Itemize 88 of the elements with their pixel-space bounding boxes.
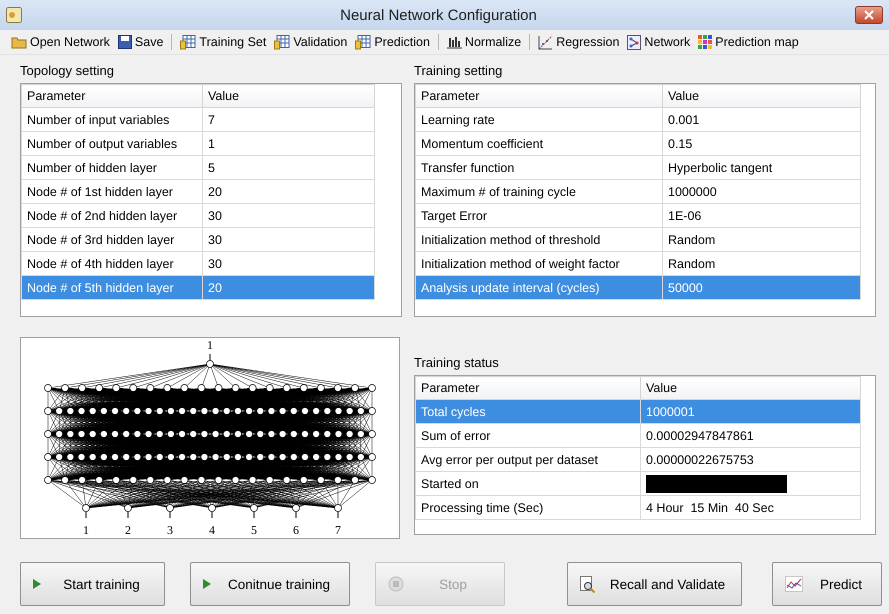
- table-cell: 50000: [662, 276, 860, 300]
- node-label: 3: [167, 523, 173, 537]
- table-cell: 30: [202, 252, 374, 276]
- table-cell: Node # of 1st hidden layer: [22, 180, 202, 204]
- window-title: Neural Network Configuration: [339, 6, 538, 24]
- play-icon: [203, 579, 211, 589]
- table-cell: 5: [202, 156, 374, 180]
- magnifier-icon: [580, 576, 596, 592]
- table-cell: 0.00002947847861: [640, 424, 860, 448]
- table-cell: Avg error per output per dataset: [416, 448, 640, 472]
- table-cell: Momentum coefficient: [416, 132, 662, 156]
- column-header: Value: [202, 84, 374, 108]
- toolbar-button[interactable]: Regression: [535, 34, 622, 50]
- action-button[interactable]: Start training: [20, 562, 165, 606]
- section-title: Topology setting: [20, 63, 115, 78]
- bar-chart-icon: [446, 36, 462, 48]
- table-cell: Maximum # of training cycle: [416, 180, 662, 204]
- table-cell: 20: [202, 180, 374, 204]
- action-button[interactable]: Recall and Validate: [567, 562, 742, 606]
- table-cell: Analysis update interval (cycles): [416, 276, 662, 300]
- table-cell: Processing time (Sec): [416, 496, 640, 520]
- node-label: 4: [209, 523, 215, 537]
- table-cell: 1000000: [662, 180, 860, 204]
- toolbar-button[interactable]: Validation: [271, 34, 350, 50]
- table-cell: Node # of 4th hidden layer: [22, 252, 202, 276]
- table-cell: Total cycles: [416, 400, 640, 424]
- table-cell: 1000001: [640, 400, 860, 424]
- toolbar-button[interactable]: Network: [624, 34, 694, 50]
- node-label: 6: [293, 523, 299, 537]
- table-cell: Started on: [416, 472, 640, 496]
- play-icon: [33, 579, 41, 589]
- column-header: Parameter: [22, 84, 202, 108]
- toolbar-button[interactable]: Normalize: [444, 34, 524, 50]
- toolbar-button[interactable]: Save: [114, 34, 166, 50]
- network-icon: [627, 34, 642, 50]
- node-label: 2: [125, 523, 131, 537]
- table-cell: 30: [202, 228, 374, 252]
- node-label: 7: [335, 523, 341, 537]
- column-header: Value: [640, 376, 860, 400]
- section-title: Training status: [414, 355, 500, 370]
- table-cell: 7: [202, 108, 374, 132]
- stop-icon: [388, 576, 404, 592]
- scatter-plot-icon: [538, 34, 554, 50]
- table-cell: Initialization method of weight factor: [416, 252, 662, 276]
- table-cell: 0.00000022675753: [640, 448, 860, 472]
- table-cell: 4 Hour 15 Min 40 Sec: [640, 496, 860, 520]
- color-grid-icon: [698, 35, 712, 49]
- table-cell: Node # of 2nd hidden layer: [22, 204, 202, 228]
- table-cell: Random: [662, 228, 860, 252]
- close-icon: [864, 10, 874, 20]
- table-cell: Target Error: [416, 204, 662, 228]
- table-cell: 1E-06: [662, 204, 860, 228]
- table-cell: Sum of error: [416, 424, 640, 448]
- close-button[interactable]: [855, 6, 883, 24]
- action-button[interactable]: Predict: [772, 562, 882, 606]
- toolbar-button[interactable]: Open Network: [8, 34, 113, 50]
- column-header: Value: [662, 84, 860, 108]
- node-label: 1: [207, 338, 213, 352]
- table-cell: Transfer function: [416, 156, 662, 180]
- table-cell: Node # of 3rd hidden layer: [22, 228, 202, 252]
- table-cell: Initialization method of threshold: [416, 228, 662, 252]
- table-cell: 0.001: [662, 108, 860, 132]
- spreadsheet-icon: [355, 34, 372, 50]
- section-title: Training setting: [414, 63, 504, 78]
- table-cell: Number of input variables: [22, 108, 202, 132]
- folder-icon: [11, 36, 27, 48]
- toolbar-button[interactable]: Prediction map: [695, 34, 802, 50]
- column-header: Parameter: [416, 376, 640, 400]
- table-cell: 20: [202, 276, 374, 300]
- table-cell: Number of output variables: [22, 132, 202, 156]
- table-cell: Learning rate: [416, 108, 662, 132]
- table-cell: Random: [662, 252, 860, 276]
- node-label: 1: [83, 523, 89, 537]
- table-cell: 1: [202, 132, 374, 156]
- column-header: Parameter: [416, 84, 662, 108]
- table-cell: 30: [202, 204, 374, 228]
- table-cell: 0.15: [662, 132, 860, 156]
- spreadsheet-icon: [180, 34, 196, 50]
- node-label: 5: [251, 523, 257, 537]
- toolbar-button[interactable]: Prediction: [352, 34, 433, 50]
- table-cell: Number of hidden layer: [22, 156, 202, 180]
- toolbar-button[interactable]: Training Set: [177, 34, 270, 50]
- action-button[interactable]: Conitnue training: [190, 562, 350, 606]
- spreadsheet-icon: [274, 34, 290, 50]
- app-icon: [6, 7, 22, 23]
- table-cell: Hyperbolic tangent: [662, 156, 860, 180]
- table-cell: Node # of 5th hidden layer: [22, 276, 202, 300]
- line-chart-icon: [785, 576, 803, 592]
